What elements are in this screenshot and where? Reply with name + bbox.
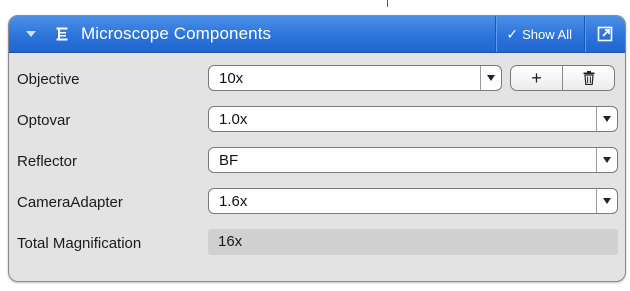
optovar-label: Optovar	[17, 112, 71, 129]
camera-adapter-row: CameraAdapter 1.6x	[9, 183, 625, 224]
microscope-panel-icon	[56, 27, 68, 41]
camera-adapter-select[interactable]: 1.6x	[208, 188, 618, 214]
add-objective-button[interactable]: +	[511, 66, 562, 90]
chevron-down-icon	[603, 116, 611, 122]
objective-value: 10x	[219, 70, 244, 87]
objective-select[interactable]: 10x	[208, 65, 502, 91]
collapse-triangle-icon[interactable]	[26, 31, 36, 37]
optovar-value: 1.0x	[219, 111, 248, 128]
show-all-label: Show All	[522, 26, 572, 42]
chevron-down-icon	[487, 75, 495, 81]
total-magnification-row: Total Magnification 16x	[9, 224, 625, 265]
objective-dropdown-button[interactable]	[480, 66, 501, 90]
optovar-row: Optovar 1.0x	[9, 101, 625, 142]
reflector-dropdown-button[interactable]	[596, 148, 617, 172]
camera-adapter-label: CameraAdapter	[17, 194, 123, 211]
panel-header[interactable]: Microscope Components ✓ Show All	[9, 16, 625, 53]
reflector-select[interactable]: BF	[208, 147, 618, 173]
reflector-label: Reflector	[17, 153, 78, 170]
reflector-value: BF	[219, 152, 239, 169]
chevron-down-icon	[603, 157, 611, 163]
chevron-down-icon	[603, 198, 611, 204]
popout-window-icon	[597, 26, 613, 42]
microscope-components-panel: Microscope Components ✓ Show All Objecti…	[8, 15, 626, 282]
objective-label: Objective	[17, 71, 80, 88]
panel-title: Microscope Components	[81, 24, 272, 43]
optovar-select[interactable]: 1.0x	[208, 106, 618, 132]
total-magnification-label: Total Magnification	[17, 235, 142, 252]
camera-adapter-dropdown-button[interactable]	[596, 189, 617, 213]
objective-row: Objective 10x +	[9, 60, 625, 101]
delete-objective-button[interactable]	[562, 66, 614, 90]
total-magnification-field: 16x	[208, 229, 618, 255]
trash-icon	[583, 71, 594, 85]
objective-button-group: +	[510, 65, 615, 91]
optovar-dropdown-button[interactable]	[596, 107, 617, 131]
reflector-row: Reflector BF	[9, 142, 625, 183]
total-magnification-value: 16x	[218, 233, 243, 250]
top-strip	[0, 0, 630, 14]
popout-window-button[interactable]	[585, 16, 625, 52]
show-all-button[interactable]: ✓ Show All	[496, 16, 584, 52]
divider-tick	[387, 0, 388, 7]
camera-adapter-value: 1.6x	[219, 193, 248, 210]
checkmark-icon: ✓	[506, 25, 519, 42]
plus-icon: +	[531, 67, 542, 88]
